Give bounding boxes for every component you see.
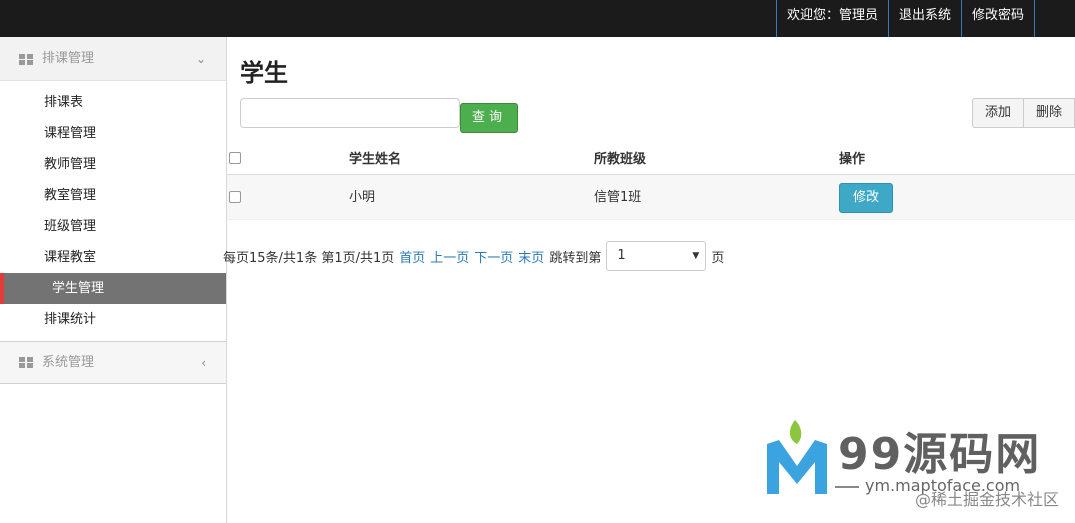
first-page-link[interactable]: 首页 [399,247,425,266]
page-suffix: 页 [711,250,725,266]
student-name: 小明 [349,190,376,205]
sidebar-group-label: 排课管理 [42,51,95,66]
sidebar-item-teachers[interactable]: 教师管理 [0,149,226,180]
action-buttons: 添加 删除 [971,98,1075,128]
table-row: 小明 信管1班 修改 [227,175,1075,220]
logout-link[interactable]: 退出系统 [887,0,961,37]
prev-page-link[interactable]: 上一页 [430,247,469,266]
pagination: 每页15条/共1条 第1页/共1页 首页 上一页 下一页 末页 跳转到第 1 ▼… [223,241,724,271]
sidebar-item-classes[interactable]: 班级管理 [0,211,226,242]
dropdown-arrow-icon: ▼ [692,251,700,261]
top-bar: 欢迎您：管理员 退出系统 修改密码 [0,0,1075,37]
page-select[interactable]: 1 ▼ [606,241,707,271]
row-checkbox[interactable] [229,191,241,203]
delete-button[interactable]: 删除 [1023,98,1075,128]
welcome-user: 欢迎您：管理员 [775,0,888,37]
jump-label: 跳转到第 [549,250,602,266]
sidebar-item-course-classroom[interactable]: 课程教室 [0,242,226,273]
add-button[interactable]: 添加 [971,98,1024,128]
student-class: 信管1班 [594,190,642,205]
grid-icon [19,357,33,368]
last-page-link[interactable]: 末页 [518,247,544,266]
sidebar-item-statistics[interactable]: 排课统计 [0,304,226,335]
next-page-link[interactable]: 下一页 [474,247,513,266]
sidebar-group-system[interactable]: 系统管理 ‹ [0,342,226,384]
sidebar-item-courses[interactable]: 课程管理 [0,118,226,149]
students-table: 学生姓名 所教班级 操作 小明 信管1班 修改 [227,137,1075,220]
search-input[interactable] [240,98,460,128]
sidebar-item-classrooms[interactable]: 教室管理 [0,180,226,211]
page-select-value: 1 [617,248,626,263]
sidebar: 排课管理 ⌄ 排课表 课程管理 教师管理 教室管理 班级管理 课程教室 学生管理… [0,37,227,523]
sidebar-item-students[interactable]: 学生管理 [0,273,226,304]
watermark-credit: @稀土掘金技术社区 [914,490,1059,509]
sidebar-group-scheduling[interactable]: 排课管理 ⌄ [0,37,226,81]
pagination-summary: 每页15条/共1条 第1页/共1页 [223,250,395,266]
edit-button[interactable]: 修改 [839,183,893,213]
page-title: 学生 [240,59,288,87]
select-all-checkbox[interactable] [229,152,241,164]
top-nav: 欢迎您：管理员 退出系统 修改密码 [775,0,1035,37]
change-password-link[interactable]: 修改密码 [960,0,1035,37]
grid-icon [19,54,33,65]
watermark-logo [767,420,827,494]
chevron-left-icon: ‹ [201,356,206,370]
sidebar-sub-list: 排课表 课程管理 教师管理 教室管理 班级管理 课程教室 学生管理 排课统计 [0,81,226,342]
chevron-down-icon: ⌄ [195,52,206,66]
column-header-class: 所教班级 [594,152,647,167]
search-button[interactable]: 查询 [460,103,518,133]
table-header: 学生姓名 所教班级 操作 [227,137,1075,175]
column-header-name: 学生姓名 [349,152,402,167]
sidebar-item-schedule[interactable]: 排课表 [0,87,226,118]
column-header-action: 操作 [839,152,866,167]
watermark-site-name: 99源码网 [838,429,1042,480]
sidebar-group-label: 系统管理 [42,355,95,370]
